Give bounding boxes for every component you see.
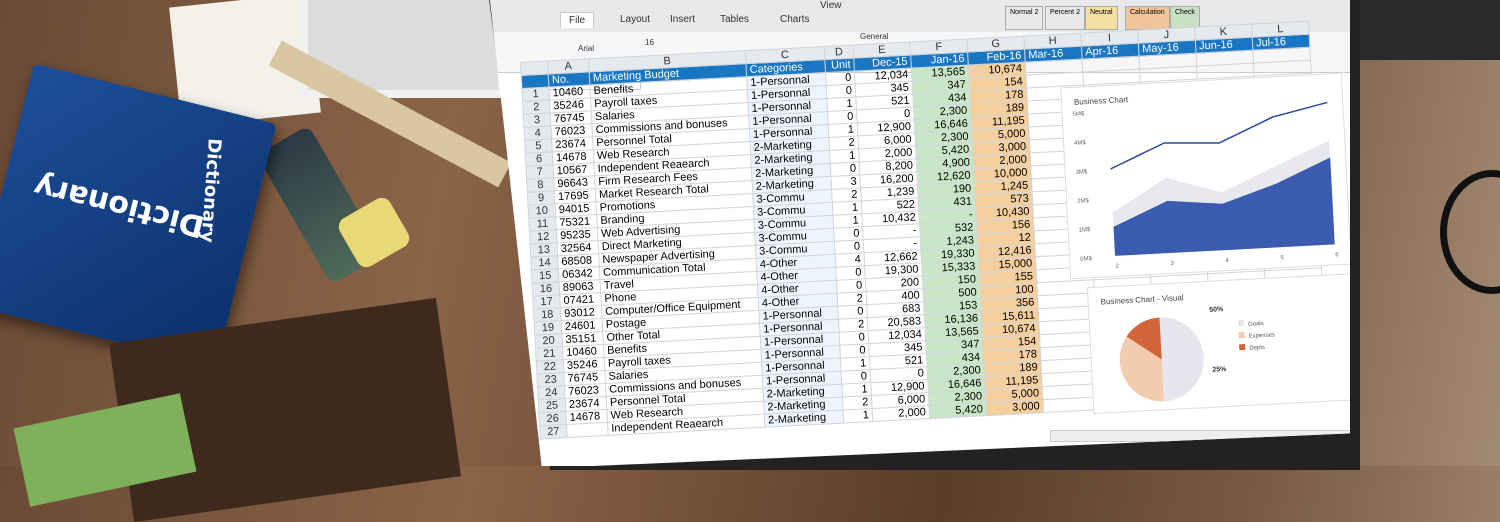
style-normal[interactable]: Normal 2 (1005, 6, 1044, 30)
tab-file[interactable]: File (560, 12, 595, 28)
legend-swatch (1239, 344, 1246, 351)
table-cell[interactable]: 1 (843, 408, 873, 424)
legend-label: Expenses (1249, 332, 1276, 339)
style-percent[interactable]: Percent 2 (1045, 6, 1085, 30)
x-tick-label: 3 (1170, 261, 1174, 267)
cable (1440, 170, 1500, 294)
dictionary-label: Dictionary (30, 167, 208, 244)
font-size-select[interactable]: 16 (645, 38, 654, 47)
font-select[interactable]: Arial (578, 44, 594, 53)
legend-swatch (1237, 320, 1245, 327)
tab-tables[interactable]: Tables (720, 14, 749, 25)
table-cell[interactable]: 1 (840, 356, 871, 372)
tab-layout[interactable]: Layout (620, 14, 650, 25)
table-cell[interactable]: 2 (842, 395, 873, 411)
pie-slice-goals (1159, 317, 1204, 402)
y-tick-label: 4M$ (1074, 140, 1087, 147)
table-cell[interactable]: 1 (828, 122, 858, 138)
table-cell[interactable]: 0 (837, 304, 868, 320)
y-tick-label: 0M$ (1080, 256, 1093, 263)
dictionary-side-label: Dictionary (196, 137, 225, 244)
table-cell[interactable]: 2,000 (872, 405, 930, 422)
row-number[interactable]: 27 (539, 424, 568, 439)
table-cell[interactable]: 1 (832, 200, 862, 216)
x-tick-label: 2 (1115, 264, 1119, 270)
table-cell[interactable]: 1 (832, 213, 863, 229)
table-cell[interactable]: 0 (827, 109, 858, 125)
table-cell[interactable]: 0 (835, 265, 866, 281)
business-chart-visual[interactable]: Business Chart - Visual Goals Expenses Dep… (1086, 272, 1350, 415)
pie-chart-svg: Goals Expenses Depts 50% 25% (1119, 306, 1276, 402)
table-cell[interactable]: 1 (829, 148, 860, 164)
table-cell[interactable]: 2 (838, 317, 869, 333)
table-cell[interactable]: 0 (833, 226, 864, 242)
y-tick-label: 5M$ (1072, 111, 1085, 118)
pie-data-label: 50% (1209, 306, 1224, 314)
y-tick-label: 1M$ (1079, 227, 1092, 234)
legend-swatch (1238, 332, 1245, 339)
table-cell[interactable] (566, 422, 609, 438)
table-cell[interactable]: 0 (826, 83, 856, 99)
tab-insert[interactable]: Insert (670, 14, 695, 25)
style-calculation[interactable]: Calculation (1125, 6, 1170, 30)
legend-label: Depts (1249, 345, 1265, 352)
table-cell[interactable]: 5,420 (929, 402, 987, 419)
x-tick-label: 6 (1335, 252, 1339, 258)
y-tick-label: 2M$ (1077, 198, 1090, 205)
x-tick-label: 4 (1225, 258, 1229, 264)
table-cell[interactable]: 0 (841, 369, 871, 385)
table-cell[interactable]: 0 (836, 278, 866, 294)
y-tick-label: 3M$ (1075, 169, 1088, 176)
table-cell[interactable]: 1 (826, 96, 857, 112)
table-cell[interactable]: 1 (841, 382, 872, 398)
table-cell[interactable]: 2 (831, 187, 862, 203)
business-chart[interactable]: Business Chart 0M$ 1M$ 2M$ 3M$ 4M$ 5M$ 2 3 4 5 6 (1060, 72, 1350, 280)
table-cell[interactable]: 0 (825, 71, 856, 86)
header-cell[interactable]: Unit (824, 58, 855, 73)
table-cell[interactable]: 2 (828, 135, 859, 151)
table-cell[interactable]: 0 (839, 330, 869, 346)
number-format-select[interactable]: General (860, 32, 888, 41)
table-cell[interactable]: 3 (830, 174, 861, 190)
table-cell[interactable]: 4 (834, 252, 865, 268)
pie-data-label: 25% (1212, 366, 1227, 374)
table-cell[interactable]: 0 (830, 161, 860, 177)
laptop-screen: File Layout Insert Tables Charts View No… (490, 0, 1350, 466)
table-cell[interactable]: 0 (834, 239, 864, 255)
table-cell[interactable]: 3,000 (985, 399, 1044, 416)
legend-label: Goals (1248, 321, 1264, 328)
table-cell[interactable]: 0 (839, 343, 870, 359)
tab-charts[interactable]: Charts (780, 14, 809, 25)
style-neutral[interactable]: Neutral (1085, 6, 1118, 30)
tab-view[interactable]: View (820, 0, 842, 11)
table-cell[interactable]: 2 (837, 291, 867, 307)
keyboard (1350, 0, 1500, 60)
x-tick-label: 5 (1280, 255, 1284, 261)
